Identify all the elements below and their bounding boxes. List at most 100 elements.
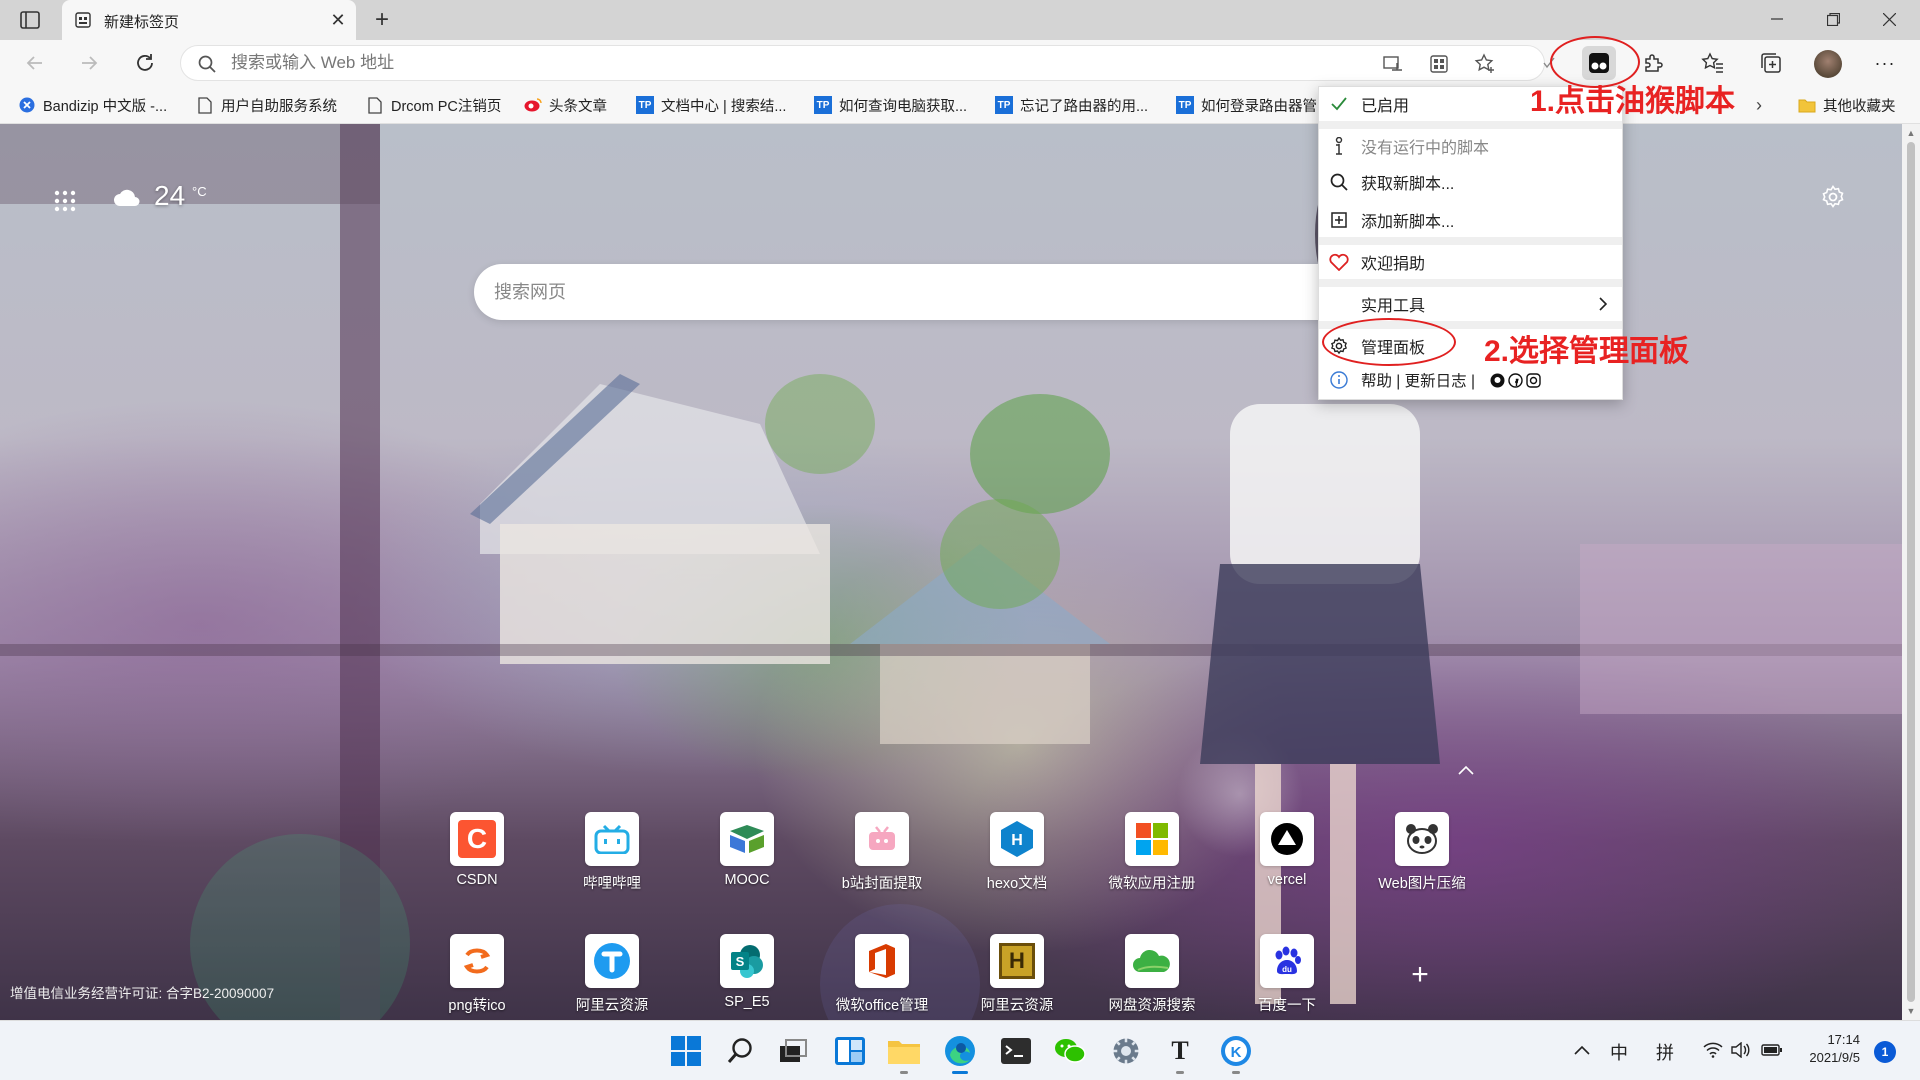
tile-label: hexo文档 xyxy=(986,876,1048,892)
chevron-up-icon[interactable] xyxy=(1456,760,1476,780)
bookmark-label: 用户自助服务系统 xyxy=(221,98,337,115)
quick-link-tile[interactable]: 网盘资源搜索 xyxy=(1097,934,1207,1020)
baidu-paw-icon: du xyxy=(1260,934,1314,988)
quick-link-tile[interactable]: H hexo文档 xyxy=(962,812,1072,908)
quick-link-tile[interactable]: 阿里云资源 xyxy=(557,934,667,1020)
page-search-input[interactable] xyxy=(494,280,1194,304)
taskbar: T K 中 拼 17:14 2021/9/5 1 xyxy=(0,1020,1920,1080)
cloud-search-icon xyxy=(1125,934,1179,988)
more-menu-icon[interactable]: ··· xyxy=(1870,48,1900,78)
quick-link-tile[interactable]: 微软应用注册 xyxy=(1097,812,1207,908)
edge-browser-icon[interactable] xyxy=(942,1033,978,1074)
github-icon[interactable] xyxy=(1489,372,1505,388)
cloud-weather-icon[interactable] xyxy=(112,186,142,210)
menu-item-no-scripts: 没有运行中的脚本 xyxy=(1319,129,1622,163)
bookmark-item[interactable]: TP 如何登录路由器管 xyxy=(1176,95,1316,115)
input-method-chinese[interactable]: 中 xyxy=(1610,1039,1628,1065)
menu-item-tools[interactable]: 实用工具 xyxy=(1319,287,1622,321)
scroll-down-arrow-icon[interactable]: ▼ xyxy=(1906,1006,1916,1016)
quick-link-tile[interactable]: S SP_E5 xyxy=(692,934,802,1020)
task-view-icon[interactable] xyxy=(776,1033,812,1069)
typora-icon[interactable]: T xyxy=(1162,1033,1198,1074)
minimize-button[interactable] xyxy=(1754,4,1800,34)
quick-link-tile[interactable]: vercel xyxy=(1232,812,1342,908)
bookmarks-overflow-chevron-icon[interactable]: › xyxy=(1752,95,1766,115)
input-method-pinyin[interactable]: 拼 xyxy=(1656,1039,1674,1065)
tab-new-tab[interactable]: 新建标签页 ✕ xyxy=(62,0,356,40)
widgets-icon[interactable] xyxy=(832,1033,868,1069)
quick-link-tile[interactable]: 微软office管理 xyxy=(827,934,937,1020)
notification-badge[interactable]: 1 xyxy=(1874,1041,1896,1063)
weibo-icon xyxy=(524,96,542,114)
tplink-icon: TP xyxy=(636,96,654,114)
new-tab-button[interactable]: + xyxy=(368,6,396,34)
quick-link-tile[interactable]: png转ico xyxy=(422,934,532,1020)
k-app-icon[interactable]: K xyxy=(1218,1033,1254,1074)
vercel-icon xyxy=(1260,812,1314,866)
refresh-button[interactable] xyxy=(130,48,160,78)
bookmark-item[interactable]: 用户自助服务系统 xyxy=(196,95,346,115)
scrollbar-thumb[interactable] xyxy=(1907,142,1915,1002)
address-bar[interactable] xyxy=(180,45,1545,81)
close-tab-icon[interactable]: ✕ xyxy=(328,10,348,30)
quick-link-tile[interactable]: Web图片压缩 xyxy=(1367,812,1477,908)
menu-item-get-scripts[interactable]: 获取新脚本... xyxy=(1319,165,1622,199)
weather-temperature[interactable]: 24 xyxy=(154,180,185,212)
bilibili-cover-icon xyxy=(855,812,909,866)
menu-item-donate[interactable]: 欢迎捐助 xyxy=(1319,245,1622,279)
bookmark-item[interactable]: TP 如何查询电脑获取... xyxy=(814,95,979,115)
file-explorer-icon[interactable] xyxy=(886,1033,922,1074)
favorites-icon[interactable] xyxy=(1698,48,1728,78)
add-favorite-icon[interactable] xyxy=(1473,52,1497,76)
quick-link-tile[interactable]: C CSDN xyxy=(422,812,532,908)
tab-actions-icon[interactable] xyxy=(16,8,44,32)
instagram-icon[interactable] xyxy=(1525,372,1541,388)
search-icon[interactable] xyxy=(722,1033,758,1069)
tile-label: 哔哩哔哩 xyxy=(583,876,641,892)
menu-item-add-script[interactable]: 添加新脚本... xyxy=(1319,203,1622,237)
quick-link-tile[interactable]: du 百度一下 xyxy=(1232,934,1342,1020)
page-search-box[interactable] xyxy=(474,264,1354,320)
quick-link-tile[interactable]: 哔哩哔哩 xyxy=(557,812,667,908)
bookmark-item[interactable]: 头条文章 xyxy=(524,95,624,115)
facebook-icon[interactable] xyxy=(1507,372,1523,388)
restore-button[interactable] xyxy=(1810,4,1856,34)
csdn-icon: C xyxy=(450,812,504,866)
tray-chevron-up-icon[interactable] xyxy=(1572,1039,1592,1061)
wechat-icon[interactable] xyxy=(1052,1033,1088,1069)
windows-start-icon[interactable] xyxy=(668,1033,704,1069)
extensions-puzzle-icon[interactable] xyxy=(1638,48,1668,78)
profile-avatar[interactable] xyxy=(1814,50,1842,78)
tinypng-panda-icon xyxy=(1395,812,1449,866)
page-settings-gear-icon[interactable] xyxy=(1820,184,1846,210)
tplink-icon: TP xyxy=(995,96,1013,114)
bookmark-item[interactable]: TP 文档中心 | 搜索结... xyxy=(636,95,796,115)
apps-launcher-icon[interactable] xyxy=(52,188,78,214)
tile-label: SP_E5 xyxy=(724,994,770,1010)
scroll-up-arrow-icon[interactable]: ▲ xyxy=(1906,128,1916,138)
office-icon xyxy=(855,934,909,988)
quick-link-tile[interactable]: b站封面提取 xyxy=(827,812,937,908)
bookmark-item[interactable]: Bandizip 中文版 -... xyxy=(18,95,178,115)
page-icon xyxy=(196,96,214,114)
terminal-icon[interactable] xyxy=(998,1033,1034,1069)
taskbar-clock[interactable]: 17:14 2021/9/5 xyxy=(1788,1031,1860,1067)
address-input[interactable] xyxy=(231,52,1231,74)
other-favorites-folder[interactable]: 其他收藏夹 xyxy=(1798,95,1916,115)
battery-icon[interactable] xyxy=(1760,1039,1784,1061)
immersive-reader-icon[interactable] xyxy=(1381,52,1405,76)
volume-icon[interactable] xyxy=(1730,1039,1752,1061)
wifi-icon[interactable] xyxy=(1702,1039,1724,1061)
bookmark-item[interactable]: TP 忘记了路由器的用... xyxy=(995,95,1160,115)
bookmark-item[interactable]: Drcom PC注销页 xyxy=(366,95,512,115)
close-window-button[interactable] xyxy=(1866,4,1912,34)
quick-link-tile[interactable]: H 阿里云资源 xyxy=(962,934,1072,1020)
quick-link-tile[interactable]: MOOC xyxy=(692,812,802,908)
settings-gear-icon[interactable] xyxy=(1108,1033,1144,1069)
page-scrollbar[interactable]: ▲ ▼ xyxy=(1902,124,1920,1020)
apps-grid-icon[interactable] xyxy=(1427,52,1451,76)
add-tile-button[interactable]: + xyxy=(1405,958,1435,991)
forward-button[interactable] xyxy=(74,48,104,78)
collections-icon[interactable] xyxy=(1756,48,1786,78)
back-button[interactable] xyxy=(20,48,50,78)
